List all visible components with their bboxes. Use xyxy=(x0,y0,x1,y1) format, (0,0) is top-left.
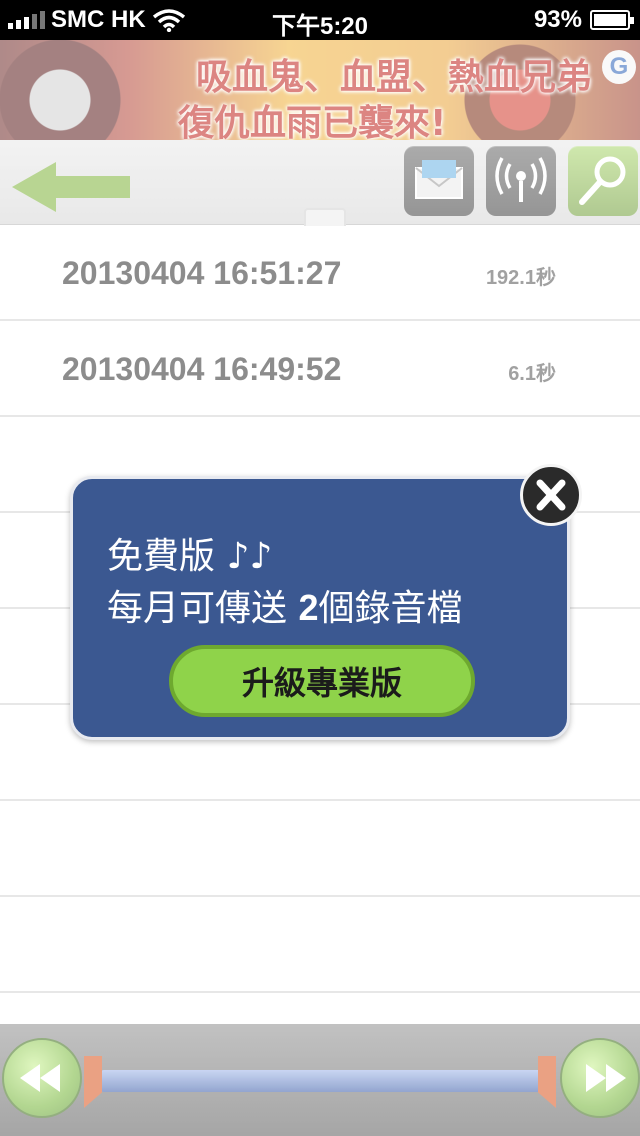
battery-percent: 93% xyxy=(533,6,582,33)
close-icon xyxy=(536,479,566,511)
popup-message-prefix: 每月可傳送 xyxy=(107,588,299,629)
upgrade-popup: 免費版 ♪♪ 每月可傳送 2個錄音檔 升級專業版 xyxy=(70,476,570,740)
status-bar: SMC HK 下午5:20 93% xyxy=(0,0,640,40)
popup-title: 免費版 ♪♪ xyxy=(107,536,273,577)
close-button[interactable] xyxy=(520,464,582,526)
status-right: 93% xyxy=(533,6,634,34)
upgrade-button[interactable]: 升級專業版 xyxy=(169,645,475,717)
popup-message-count: 2 xyxy=(298,587,319,628)
popup-message-suffix: 個錄音檔 xyxy=(318,588,463,629)
battery-icon xyxy=(590,10,634,30)
popup-message: 每月可傳送 2個錄音檔 xyxy=(107,579,463,631)
